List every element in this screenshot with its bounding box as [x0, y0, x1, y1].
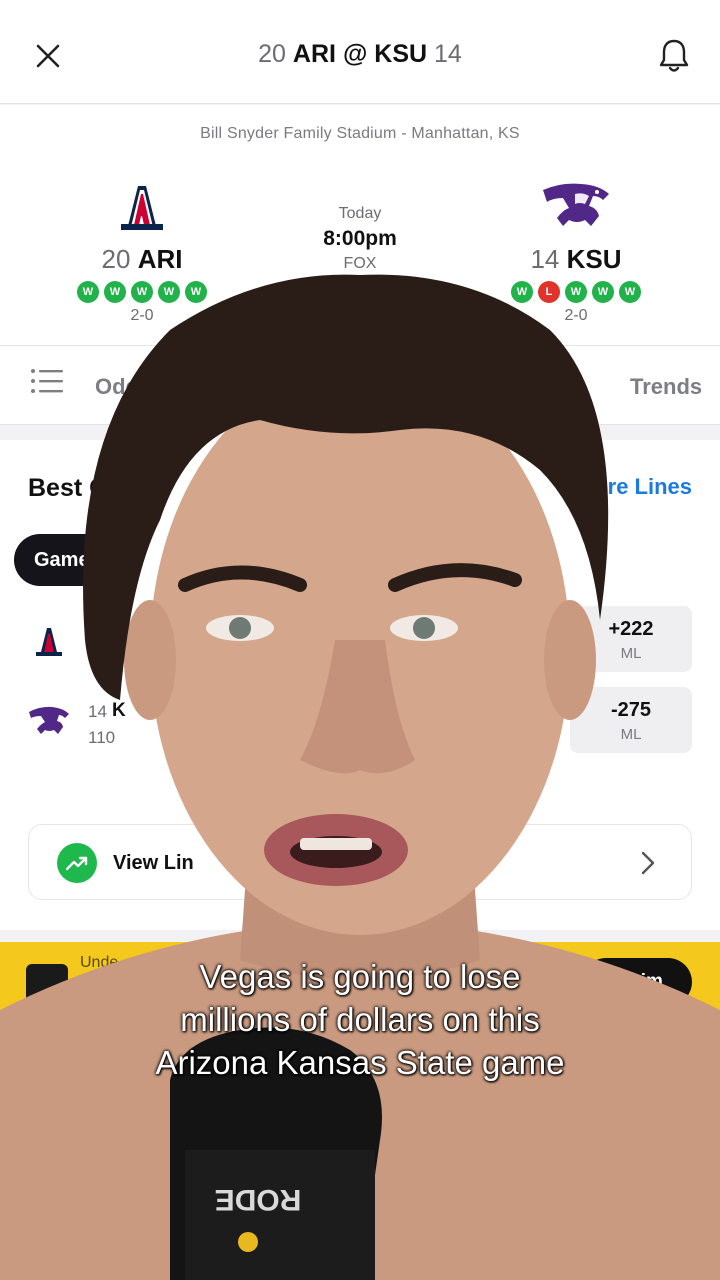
venue-label: Bill Snyder Family Stadium - Manhattan, … [200, 125, 520, 142]
app-screen: 20 ARI @ KSU 14 Bill Snyder Family Stadi… [0, 0, 720, 1280]
away-record: 2-0 [130, 307, 154, 324]
home-moneyline[interactable]: -275 ML [570, 687, 692, 753]
best-odds-card: Best O ore Lines Game 2 +222 ML 14 K 110… [0, 440, 720, 930]
away-rank: 20 [258, 40, 286, 68]
notifications-button[interactable] [656, 36, 692, 76]
game-header: 20 ARI @ KSU 14 [0, 0, 720, 104]
caption-line-1: Vegas is going to lose [199, 958, 521, 995]
form-pill: W [158, 281, 180, 303]
tabs-menu-button[interactable] [30, 368, 64, 399]
away-form: W W W W W [42, 281, 242, 303]
away-row-rank: 2 [88, 620, 98, 639]
home-ml-label: ML [620, 726, 642, 743]
form-pill: W [131, 281, 153, 303]
away-ml-value: +222 [608, 618, 654, 640]
kansas-state-logo [543, 183, 609, 226]
form-pill: W [565, 281, 587, 303]
chevron-right-icon [641, 851, 655, 875]
form-pill: W [511, 281, 533, 303]
arizona-small-logo [36, 628, 62, 656]
home-team[interactable]: 14 KSU W L W W W 2-0 [476, 180, 676, 325]
kansas-state-small-logo [29, 706, 69, 734]
form-pill: W [77, 281, 99, 303]
home-row-rank: 14 [88, 702, 107, 721]
away-ml-label: ML [620, 645, 642, 662]
tv-network: FOX [343, 255, 377, 272]
home-record: 2-0 [564, 307, 588, 324]
form-pill: W [619, 281, 641, 303]
form-pill: W [104, 281, 126, 303]
best-odds-title: Best O [28, 474, 109, 502]
away-abbr: ARI [292, 40, 336, 68]
home-team-name: 14 KSU [530, 244, 622, 274]
home-rank: 14 [434, 40, 462, 68]
list-icon [31, 369, 63, 393]
arizona-logo [121, 186, 163, 230]
matchup-title: 20 ARI @ KSU 14 [0, 40, 720, 69]
section-tabs: Odds ps Trends [0, 345, 720, 425]
view-lines-label: View Lin [113, 852, 194, 874]
trend-up-icon [57, 843, 97, 883]
bell-icon [659, 39, 689, 72]
away-team-name: 20 ARI [101, 244, 183, 274]
caption-line-3: Arizona Kansas State game [155, 1044, 565, 1081]
form-pill: L [538, 281, 560, 303]
tab-trends[interactable]: Trends [630, 374, 702, 400]
away-team[interactable]: 20 ARI W W W W W 2-0 [42, 180, 242, 325]
home-row-record: 110 [88, 728, 116, 747]
form-pill: W [185, 281, 207, 303]
home-form: W L W W W [476, 281, 676, 303]
away-moneyline[interactable]: +222 ML [570, 606, 692, 672]
tab-odds[interactable]: Odds [95, 374, 151, 400]
tab-props[interactable]: ps [560, 374, 586, 400]
game-info-card: Bill Snyder Family Stadium - Manhattan, … [0, 105, 720, 345]
home-abbr: KSU [374, 40, 428, 68]
game-day: Today [338, 205, 382, 222]
segment-game[interactable]: Game [14, 534, 116, 586]
caption-line-2: millions of dollars on this [180, 1001, 540, 1038]
more-lines-link[interactable]: ore Lines [594, 474, 692, 500]
home-row-team: K [112, 700, 126, 721]
kickoff-info: Today 8:00pm FOX [260, 205, 460, 273]
mic-brand-label: RODE [215, 1183, 302, 1216]
home-ml-value: -275 [610, 699, 652, 721]
form-pill: W [592, 281, 614, 303]
game-time: 8:00pm [323, 227, 397, 250]
matchup-separator: @ [342, 40, 368, 68]
view-lines-button[interactable]: View Lin [28, 824, 692, 900]
video-caption: Vegas is going to lose millions of dolla… [60, 955, 660, 1084]
